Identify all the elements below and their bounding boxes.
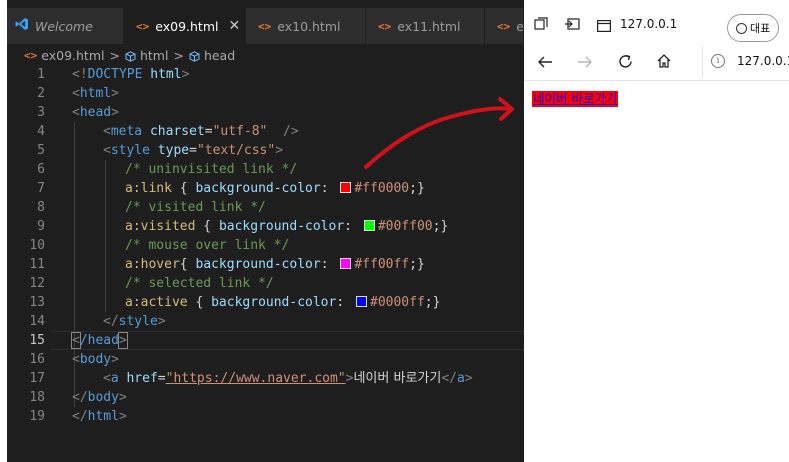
element-cube-icon — [125, 50, 136, 62]
line-number: 15 — [29, 333, 45, 348]
tab-label: ex09.html — [155, 18, 219, 34]
tab-ex10[interactable]: <> ex10.html — [246, 8, 366, 44]
circle-icon — [736, 22, 747, 34]
color-swatch-magenta[interactable] — [340, 258, 352, 269]
code-line: 14 </style> — [7, 312, 524, 331]
line-number: 14 — [29, 314, 45, 329]
tab-ex09[interactable]: <> ex09.html ✕ — [124, 8, 246, 44]
back-arrow-icon[interactable] — [537, 54, 553, 74]
line-number: 4 — [37, 124, 45, 139]
html-file-icon: <> — [24, 48, 38, 62]
address-text[interactable]: 127.0.0.1 — [737, 54, 789, 68]
color-swatch-blue[interactable] — [356, 296, 367, 307]
window-edge — [0, 0, 7, 462]
line-number: 18 — [29, 390, 45, 405]
close-icon[interactable]: ✕ — [228, 18, 240, 34]
home-icon[interactable] — [656, 53, 672, 73]
code-line: 16 <body> — [7, 350, 524, 369]
html-file-icon: <> — [378, 19, 392, 33]
tab-actions-icon[interactable] — [534, 16, 548, 35]
code-line: 3 <head> — [7, 103, 524, 122]
browser-window: 127.0.0.1 대표 i 127.0.0.1 네이버 바로가기 — [524, 0, 789, 462]
tab-label: ex10.html — [277, 18, 341, 34]
css-comment: /* uninvisited link */ — [125, 162, 298, 177]
code-line: 17 <a href="https://www.naver.com">네이버 바로… — [7, 369, 524, 388]
line-number: 13 — [29, 295, 45, 310]
code-line: 13 a:active { background-color: #0000ff;} — [7, 293, 524, 312]
line-number: 17 — [29, 371, 45, 386]
code-line-current: 15 </head> — [7, 331, 524, 350]
code-line: 5 <style type="text/css"> — [7, 141, 524, 160]
code-area[interactable]: 1 <!DOCTYPE html> 2 <html> 3 <head> 4 <meta … — [7, 65, 524, 426]
html-file-icon: <> — [136, 19, 150, 33]
html-file-icon: <> — [497, 19, 511, 33]
breadcrumb-file[interactable]: ex09.html — [41, 48, 104, 63]
naver-link[interactable]: 네이버 바로가기 — [532, 91, 619, 107]
tab-ex11[interactable]: <> ex11.html — [366, 8, 485, 44]
code-line: 11 a:hover{ background-color: #ff00ff;} — [7, 255, 524, 274]
line-number: 16 — [29, 352, 45, 367]
editor-tab-bar: Welcome <> ex09.html ✕ <> ex10.html <> e… — [7, 8, 524, 44]
browser-toolbar: i 127.0.0.1 — [524, 46, 789, 81]
tab-partial[interactable]: <> ex — [485, 8, 524, 44]
forward-arrow-icon[interactable] — [577, 54, 593, 74]
rendered-page: 네이버 바로가기 — [524, 81, 789, 462]
address-bar[interactable]: i 127.0.0.1 — [702, 46, 789, 78]
browser-tab-title[interactable]: 127.0.0.1 — [620, 17, 677, 31]
line-number: 19 — [29, 409, 45, 424]
code-line: 7 a:link { background-color: #ff0000;} — [7, 179, 524, 198]
tab-welcome[interactable]: Welcome — [7, 8, 124, 44]
refresh-icon[interactable] — [617, 53, 634, 74]
code-editor: Welcome <> ex09.html ✕ <> ex10.html <> e… — [0, 0, 524, 462]
line-number: 7 — [37, 181, 45, 196]
breadcrumb-html[interactable]: html — [140, 48, 168, 63]
code-line: 6 /* uninvisited link */ — [7, 160, 524, 179]
css-comment: /* selected link */ — [125, 276, 274, 291]
css-comment: /* visited link */ — [125, 200, 266, 215]
line-number: 8 — [37, 200, 45, 215]
css-comment: /* mouse over link */ — [125, 238, 290, 253]
code-line: 1 <!DOCTYPE html> — [7, 65, 524, 84]
set-aside-tabs-icon[interactable] — [564, 16, 580, 35]
breadcrumb-head[interactable]: head — [204, 48, 235, 63]
html-file-icon: <> — [258, 19, 272, 33]
color-swatch-red[interactable] — [340, 182, 352, 193]
line-number: 12 — [29, 276, 45, 291]
color-swatch-green[interactable] — [363, 220, 375, 231]
line-number: 2 — [37, 86, 45, 101]
line-number: 11 — [29, 257, 45, 272]
element-cube-icon — [189, 50, 200, 62]
profile-pill-button[interactable]: 대표 — [727, 14, 779, 42]
info-icon[interactable]: i — [711, 54, 725, 68]
vscode-icon — [15, 17, 29, 35]
line-number: 6 — [37, 162, 45, 177]
code-line: 2 <html> — [7, 84, 524, 103]
browser-tab-bar: 127.0.0.1 대표 — [524, 0, 789, 46]
page-tab-icon — [597, 17, 612, 36]
line-number: 3 — [37, 105, 45, 120]
code-line: 18 </body> — [7, 388, 524, 407]
breadcrumb-separator: > — [173, 47, 184, 63]
tab-label: Welcome — [35, 18, 93, 34]
line-number: 5 — [37, 143, 45, 158]
line-number: 10 — [29, 238, 45, 253]
code-line: 4 <meta charset="utf-8" /> — [7, 122, 524, 141]
code-line: 9 a:visited { background-color: #00ff00;} — [7, 217, 524, 236]
tab-label: ex11.html — [397, 18, 461, 34]
code-line: 8 /* visited link */ — [7, 198, 524, 217]
breadcrumb: <> ex09.html > html > head — [7, 44, 524, 66]
line-number: 9 — [37, 219, 45, 234]
code-line: 12 /* selected link */ — [7, 274, 524, 293]
breadcrumb-separator: > — [109, 47, 120, 63]
tab-label: ex — [516, 18, 524, 34]
pill-label: 대표 — [750, 22, 771, 35]
line-number: 1 — [37, 67, 45, 82]
code-line: 10 /* mouse over link */ — [7, 236, 524, 255]
code-line: 19 </html> — [7, 407, 524, 426]
